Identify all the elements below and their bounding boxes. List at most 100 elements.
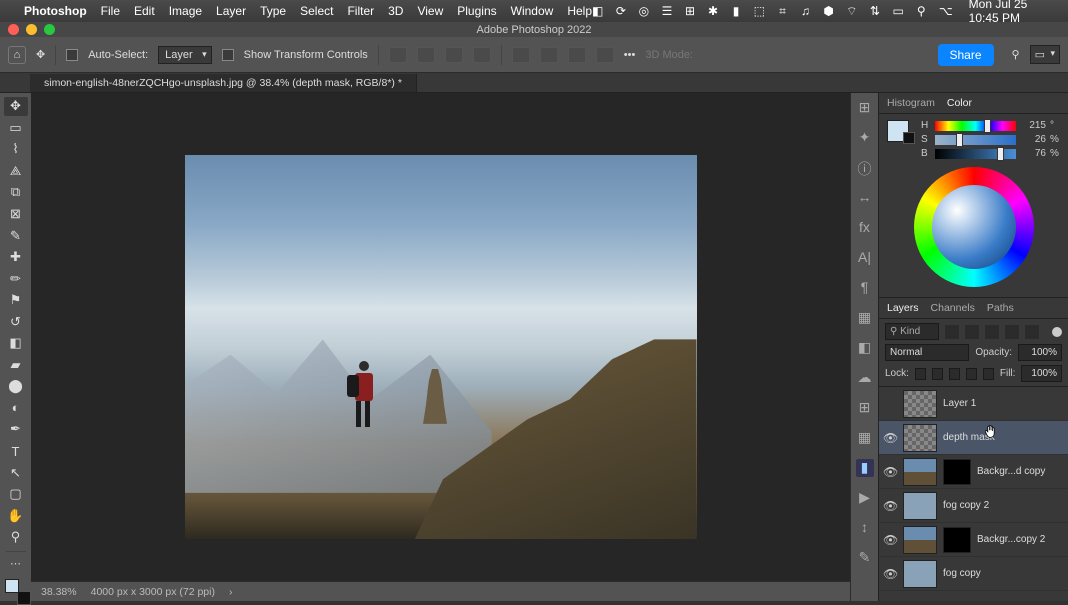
hand-tool[interactable]: ✋ (4, 506, 28, 525)
layer-row[interactable]: 👁fog copy 2 (879, 489, 1068, 523)
paths-tab[interactable]: Paths (987, 302, 1014, 314)
document-tab[interactable]: simon-english-48nerZQCHgo-unsplash.jpg @… (30, 74, 417, 92)
hue-slider[interactable] (935, 121, 1016, 131)
path-tool[interactable]: ↖ (4, 463, 28, 482)
layer-mask-thumbnail[interactable] (943, 459, 971, 485)
color-wheel[interactable] (914, 167, 1034, 287)
visibility-toggle[interactable]: 👁 (883, 567, 897, 581)
bri-slider[interactable] (935, 149, 1016, 159)
edit-toolbar-icon[interactable]: ⋯ (10, 557, 21, 570)
color-tab[interactable]: Color (947, 97, 972, 109)
layer-thumbnail[interactable] (903, 424, 937, 452)
workspace-dropdown[interactable]: ▭ (1030, 45, 1060, 64)
window-close-button[interactable] (8, 24, 19, 35)
distribute-h-button[interactable] (596, 47, 614, 63)
menu-layer[interactable]: Layer (216, 4, 246, 18)
status-icon[interactable]: ♫ (800, 4, 811, 18)
status-chevron-icon[interactable]: › (229, 586, 233, 598)
align-right-button[interactable] (445, 47, 463, 63)
distribute-bottom-button[interactable] (568, 47, 586, 63)
auto-select-checkbox[interactable] (66, 49, 78, 61)
hue-value[interactable]: 215 (1020, 120, 1046, 131)
canvas-area[interactable]: 38.38% 4000 px x 3000 px (72 ppi) › (31, 93, 850, 601)
filter-shape-icon[interactable] (1005, 325, 1019, 339)
dock-icon[interactable]: ⊞ (856, 399, 874, 417)
layer-row[interactable]: Layer 1 (879, 387, 1068, 421)
history-brush-tool[interactable]: ↺ (4, 312, 28, 331)
dock-icon[interactable]: ¶ (856, 279, 874, 297)
dock-icon[interactable]: ⊞ (856, 99, 874, 117)
auto-select-target-dropdown[interactable]: Layer (158, 46, 212, 64)
eraser-tool[interactable]: ◧ (4, 334, 28, 353)
status-icon[interactable]: ✱ (708, 4, 719, 18)
visibility-toggle[interactable]: 👁 (883, 499, 897, 513)
marquee-tool[interactable]: ▭ (4, 119, 28, 138)
status-icon[interactable]: ⬢ (823, 4, 834, 18)
menu-help[interactable]: Help (567, 4, 592, 18)
status-icon[interactable]: ⟳ (615, 4, 626, 18)
dock-icon[interactable]: ↔ (856, 189, 874, 207)
document-canvas[interactable] (185, 155, 697, 539)
menu-view[interactable]: View (417, 4, 443, 18)
layer-thumbnail[interactable] (903, 560, 937, 588)
menu-window[interactable]: Window (511, 4, 554, 18)
channels-tab[interactable]: Channels (931, 302, 975, 314)
move-tool[interactable]: ✥ (4, 97, 28, 116)
dodge-tool[interactable]: ◐ (4, 399, 28, 418)
menu-edit[interactable]: Edit (134, 4, 155, 18)
lock-transparency-icon[interactable] (915, 368, 926, 380)
dock-icon[interactable]: fx (856, 219, 874, 237)
foreground-background-swatch[interactable] (5, 579, 27, 600)
wifi-icon[interactable]: ⌔ (846, 4, 857, 19)
layer-name[interactable]: Backgr...d copy (977, 466, 1045, 477)
filter-type-icon[interactable] (985, 325, 999, 339)
window-minimize-button[interactable] (26, 24, 37, 35)
menu-image[interactable]: Image (169, 4, 202, 18)
window-zoom-button[interactable] (44, 24, 55, 35)
layer-thumbnail[interactable] (903, 492, 937, 520)
menu-type[interactable]: Type (260, 4, 286, 18)
layers-tab[interactable]: Layers (887, 302, 919, 314)
dock-icon[interactable]: ◧ (856, 339, 874, 357)
background-color-swatch[interactable] (17, 591, 31, 605)
menu-select[interactable]: Select (300, 4, 333, 18)
more-align-button[interactable] (473, 47, 491, 63)
status-icon[interactable]: ⌗ (777, 4, 788, 19)
bluetooth-icon[interactable]: ⇅ (869, 4, 880, 18)
slider-thumb[interactable] (956, 133, 963, 147)
layer-row[interactable]: 👁depth mask (879, 421, 1068, 455)
status-icon[interactable]: ▮ (731, 4, 742, 18)
slider-thumb[interactable] (997, 147, 1004, 161)
status-icon[interactable]: ☰ (661, 4, 672, 18)
layer-row[interactable]: 👁 fog copy (879, 557, 1068, 591)
lock-position-icon[interactable] (949, 368, 960, 380)
dock-icon[interactable]: ▮ (856, 459, 874, 477)
histogram-tab[interactable]: Histogram (887, 97, 935, 109)
layer-name[interactable]: fog copy (943, 568, 981, 579)
healing-tool[interactable]: ✚ (4, 248, 28, 267)
layer-thumbnail[interactable] (903, 458, 937, 486)
dock-icon[interactable]: ▦ (856, 429, 874, 447)
shape-tool[interactable]: ▢ (4, 485, 28, 504)
selection-tool[interactable]: ⟁ (4, 162, 28, 181)
crop-tool[interactable]: ⧉ (4, 183, 28, 202)
status-icon[interactable]: ◎ (638, 4, 649, 18)
status-icon[interactable]: ⬚ (754, 4, 765, 18)
lock-all-icon[interactable] (983, 368, 994, 380)
more-options-icon[interactable]: ••• (624, 49, 636, 61)
layer-mask-thumbnail[interactable] (943, 527, 971, 553)
document-dimensions[interactable]: 4000 px x 3000 px (72 ppi) (91, 586, 215, 598)
layer-thumbnail[interactable] (903, 390, 937, 418)
battery-icon[interactable]: ▭ (892, 4, 903, 18)
dock-icon[interactable]: ☁ (856, 369, 874, 387)
dock-icon[interactable]: ▶ (856, 489, 874, 507)
menu-file[interactable]: File (101, 4, 120, 18)
layer-name[interactable]: Layer 1 (943, 398, 976, 409)
zoom-tool[interactable]: ⚲ (4, 528, 28, 547)
layer-filter-kind[interactable]: ⚲ Kind (885, 323, 939, 340)
control-center-icon[interactable]: ⌥ (939, 4, 953, 18)
status-icon[interactable]: ◧ (592, 4, 603, 18)
align-center-button[interactable] (417, 47, 435, 63)
layer-name[interactable]: Backgr...copy 2 (977, 534, 1045, 545)
frame-tool[interactable]: ⊠ (4, 205, 28, 224)
